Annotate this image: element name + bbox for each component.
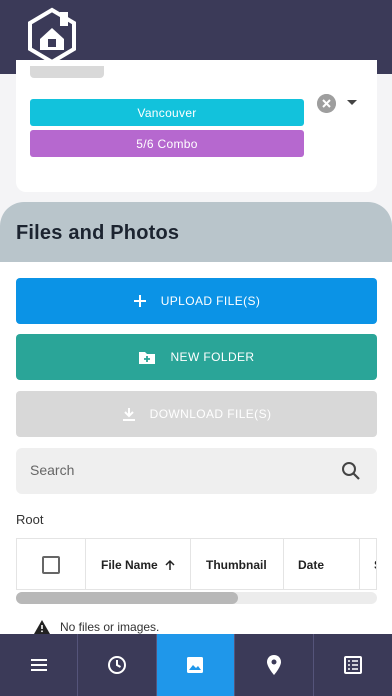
column-header-thumbnail[interactable]: Thumbnail — [191, 539, 284, 589]
tag-chip-5-6-combo[interactable]: 5/6 Combo — [30, 130, 304, 157]
tag-label-stub — [30, 66, 104, 78]
new-folder-label: NEW FOLDER — [170, 350, 255, 364]
caret-down-icon[interactable] — [346, 99, 358, 107]
files-table: File Name Thumbnail Date S — [16, 538, 377, 590]
search-placeholder: Search — [30, 462, 75, 478]
menu-icon — [30, 659, 47, 671]
nav-images[interactable] — [156, 634, 236, 696]
tag-chip-vancouver[interactable]: Vancouver — [30, 99, 304, 126]
plus-icon — [133, 294, 147, 308]
search-input[interactable]: Search — [16, 448, 377, 494]
column-header-size[interactable]: S — [360, 539, 376, 589]
image-icon — [187, 657, 204, 673]
column-header-label: Date — [298, 558, 325, 572]
clear-circle-x-icon[interactable] — [317, 94, 336, 113]
upload-files-button[interactable]: UPLOAD FILE(S) — [16, 278, 377, 324]
scrollbar-thumb[interactable] — [16, 592, 238, 604]
column-header-label: File Name — [101, 558, 158, 572]
bottom-nav — [0, 634, 392, 696]
column-header-date[interactable]: Date — [284, 539, 360, 589]
upload-files-label: UPLOAD FILE(S) — [160, 294, 261, 308]
arrow-up-icon — [165, 559, 175, 570]
select-all-checkbox-cell[interactable] — [17, 539, 86, 589]
files-section-header: Files and Photos — [0, 202, 392, 264]
download-files-label: DOWNLOAD FILE(S) — [149, 407, 272, 421]
column-header-label: S — [374, 558, 376, 572]
new-folder-button[interactable]: NEW FOLDER — [16, 334, 377, 380]
horizontal-scrollbar[interactable] — [16, 592, 377, 604]
select-all-checkbox[interactable] — [42, 556, 60, 574]
house-shield-logo-icon — [28, 7, 76, 65]
nav-list[interactable] — [314, 634, 392, 696]
download-icon — [122, 407, 136, 422]
empty-message: No files or images. — [60, 620, 160, 634]
empty-state: No files or images. — [34, 620, 159, 634]
location-pin-icon — [266, 655, 281, 675]
nav-history[interactable] — [78, 634, 157, 696]
nav-menu[interactable] — [0, 634, 79, 696]
list-document-icon — [343, 656, 362, 674]
nav-location[interactable] — [235, 634, 314, 696]
section-title: Files and Photos — [16, 222, 180, 244]
download-files-button[interactable]: DOWNLOAD FILE(S) — [16, 391, 377, 437]
column-header-label: Thumbnail — [206, 558, 267, 572]
tags-card: Vancouver 5/6 Combo — [16, 60, 377, 192]
breadcrumb[interactable]: Root — [16, 512, 43, 527]
search-icon[interactable] — [341, 461, 361, 481]
column-header-file-name[interactable]: File Name — [86, 539, 191, 589]
clock-icon — [108, 656, 127, 674]
warning-icon — [34, 620, 50, 634]
folder-plus-icon — [138, 350, 156, 365]
